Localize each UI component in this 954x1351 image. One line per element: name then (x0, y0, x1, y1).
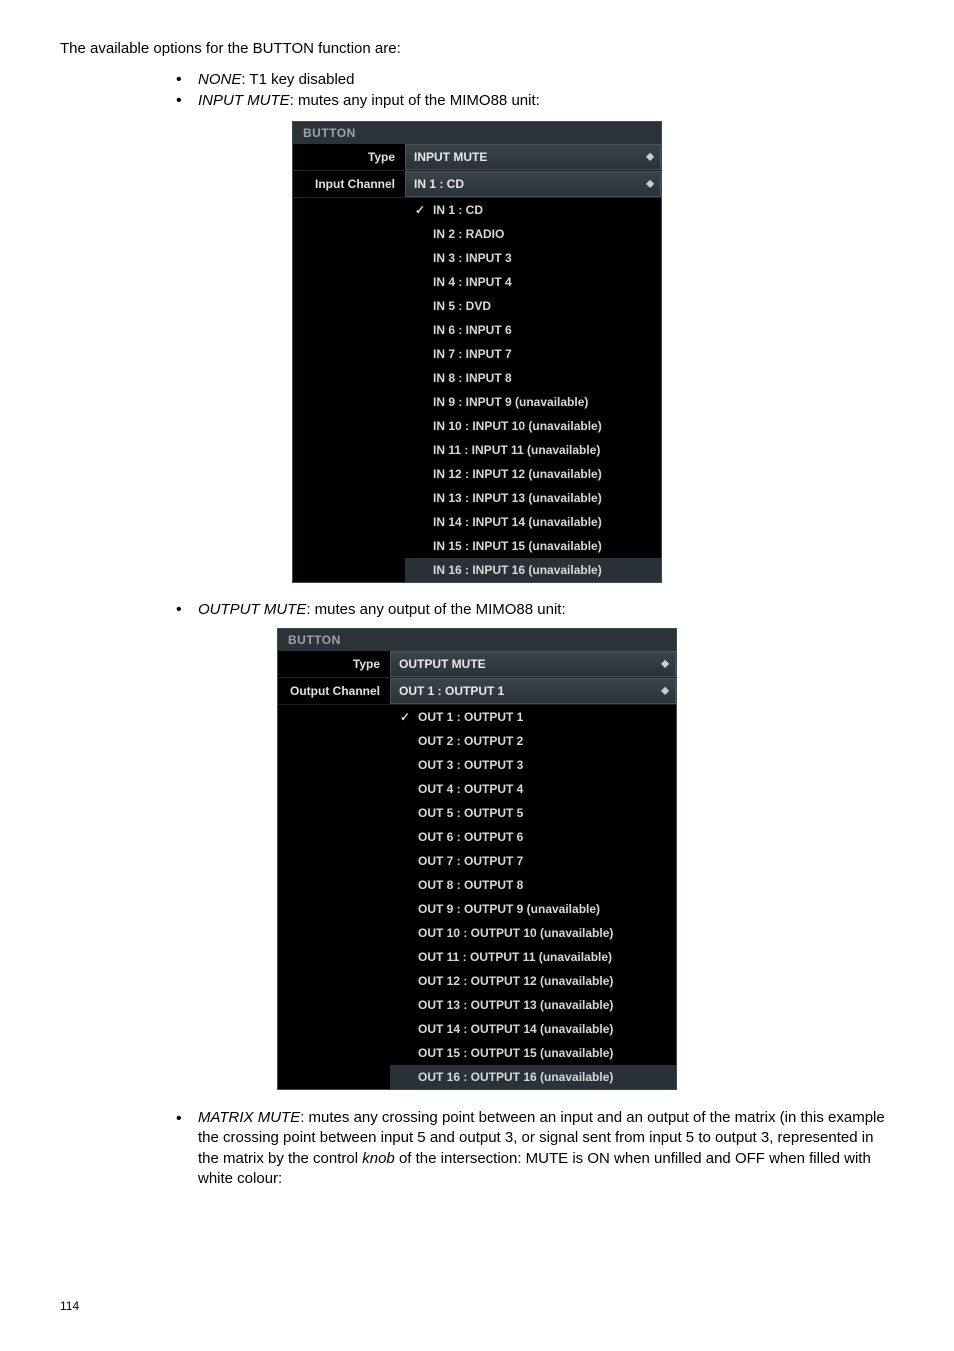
input-channel-value: IN 1 : CD (414, 177, 464, 191)
type-label-2: Type (278, 651, 390, 677)
rest-input-mute: : mutes any input of the MIMO88 unit: (290, 92, 540, 109)
dd-output-10[interactable]: OUT 10 : OUTPUT 10 (unavailable) (390, 921, 676, 945)
rest-output-mute: : mutes any output of the MIMO88 unit: (306, 601, 565, 618)
dd-input-11[interactable]: IN 11 : INPUT 11 (unavailable) (405, 438, 661, 462)
dd-output-11[interactable]: OUT 11 : OUTPUT 11 (unavailable) (390, 945, 676, 969)
dd-input-8[interactable]: IN 8 : INPUT 8 (405, 366, 661, 390)
bullet-matrix-mute: MATRIX MUTE: mutes any crossing point be… (170, 1108, 894, 1189)
panel2-header: BUTTON (278, 629, 676, 651)
input-channel-select[interactable]: IN 1 : CD ◆ (405, 171, 661, 197)
term-none: NONE (198, 71, 241, 88)
dd-input-5[interactable]: IN 5 : DVD (405, 294, 661, 318)
term-output-mute: OUTPUT MUTE (198, 601, 306, 618)
dd-output-4[interactable]: OUT 4 : OUTPUT 4 (390, 777, 676, 801)
dd-output-16[interactable]: OUT 16 : OUTPUT 16 (unavailable) (390, 1065, 676, 1089)
output-mute-intro: OUTPUT MUTE: mutes any output of the MIM… (60, 601, 894, 618)
bullet-input-mute: INPUT MUTE: mutes any input of the MIMO8… (170, 92, 894, 109)
dd-input-3[interactable]: IN 3 : INPUT 3 (405, 246, 661, 270)
dd-output-2[interactable]: OUT 2 : OUTPUT 2 (390, 729, 676, 753)
dd-output-12[interactable]: OUT 12 : OUTPUT 12 (unavailable) (390, 969, 676, 993)
dd-input-7[interactable]: IN 7 : INPUT 7 (405, 342, 661, 366)
dd-output-13[interactable]: OUT 13 : OUTPUT 13 (unavailable) (390, 993, 676, 1017)
output-mute-panel: BUTTON Type OUTPUT MUTE ◆ Output Channel… (277, 628, 677, 1090)
type-value-2: OUTPUT MUTE (399, 657, 486, 671)
dd-input-2[interactable]: IN 2 : RADIO (405, 222, 661, 246)
type-value-1: INPUT MUTE (414, 150, 487, 164)
select-arrow-icon: ◆ (661, 686, 669, 697)
dd-output-9[interactable]: OUT 9 : OUTPUT 9 (unavailable) (390, 897, 676, 921)
dd-output-14[interactable]: OUT 14 : OUTPUT 14 (unavailable) (390, 1017, 676, 1041)
bullet-output-mute: OUTPUT MUTE: mutes any output of the MIM… (170, 601, 894, 618)
dd-output-8[interactable]: OUT 8 : OUTPUT 8 (390, 873, 676, 897)
dd-output-6[interactable]: OUT 6 : OUTPUT 6 (390, 825, 676, 849)
type-label-1: Type (293, 144, 405, 170)
dd-input-9[interactable]: IN 9 : INPUT 9 (unavailable) (405, 390, 661, 414)
output-channel-label: Output Channel (278, 678, 390, 704)
page-number: 114 (60, 1299, 79, 1313)
dd-input-10[interactable]: IN 10 : INPUT 10 (unavailable) (405, 414, 661, 438)
dd-input-1[interactable]: IN 1 : CD (405, 198, 661, 222)
input-mute-panel: BUTTON Type INPUT MUTE ◆ Input Channel I… (292, 121, 662, 583)
dd-input-14[interactable]: IN 14 : INPUT 14 (unavailable) (405, 510, 661, 534)
intro-text: The available options for the BUTTON fun… (60, 40, 894, 57)
select-arrow-icon: ◆ (646, 152, 654, 163)
output-channel-value: OUT 1 : OUTPUT 1 (399, 684, 504, 698)
type-select-2[interactable]: OUTPUT MUTE ◆ (390, 651, 676, 677)
type-select-1[interactable]: INPUT MUTE ◆ (405, 144, 661, 170)
dd-output-7[interactable]: OUT 7 : OUTPUT 7 (390, 849, 676, 873)
input-channel-label: Input Channel (293, 171, 405, 197)
dd-input-13[interactable]: IN 13 : INPUT 13 (unavailable) (405, 486, 661, 510)
bullet-none: NONE: T1 key disabled (170, 71, 894, 88)
output-channel-select[interactable]: OUT 1 : OUTPUT 1 ◆ (390, 678, 676, 704)
dd-input-4[interactable]: IN 4 : INPUT 4 (405, 270, 661, 294)
dd-output-3[interactable]: OUT 3 : OUTPUT 3 (390, 753, 676, 777)
bullet-list-1: NONE: T1 key disabled INPUT MUTE: mutes … (60, 71, 894, 109)
rest-none: : T1 key disabled (241, 71, 354, 88)
select-arrow-icon: ◆ (661, 659, 669, 670)
knob-italic: knob (362, 1150, 395, 1167)
select-arrow-icon: ◆ (646, 179, 654, 190)
dd-input-12[interactable]: IN 12 : INPUT 12 (unavailable) (405, 462, 661, 486)
dd-input-16[interactable]: IN 16 : INPUT 16 (unavailable) (405, 558, 661, 582)
dd-input-15[interactable]: IN 15 : INPUT 15 (unavailable) (405, 534, 661, 558)
dd-output-1[interactable]: OUT 1 : OUTPUT 1 (390, 705, 676, 729)
dd-output-5[interactable]: OUT 5 : OUTPUT 5 (390, 801, 676, 825)
input-dropdown-list: IN 1 : CD IN 2 : RADIO IN 3 : INPUT 3 IN… (405, 198, 661, 582)
dd-output-15[interactable]: OUT 15 : OUTPUT 15 (unavailable) (390, 1041, 676, 1065)
term-input-mute: INPUT MUTE (198, 92, 290, 109)
term-matrix-mute: MATRIX MUTE (198, 1109, 300, 1126)
panel1-header: BUTTON (293, 122, 661, 144)
output-dropdown-list: OUT 1 : OUTPUT 1 OUT 2 : OUTPUT 2 OUT 3 … (390, 705, 676, 1089)
dd-input-6[interactable]: IN 6 : INPUT 6 (405, 318, 661, 342)
